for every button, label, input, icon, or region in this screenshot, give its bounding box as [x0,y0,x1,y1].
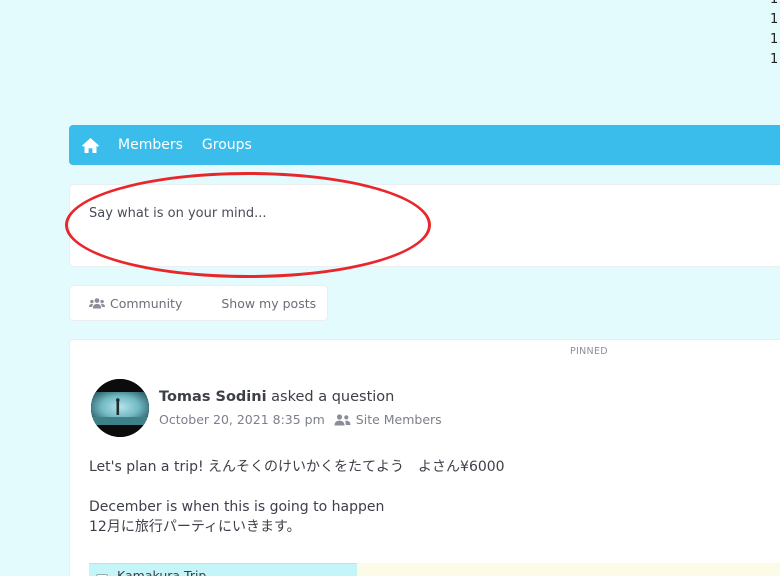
post-meta: October 20, 2021 8:35 pm Site Members [159,412,442,427]
nav-link-groups[interactable]: Groups [202,137,252,153]
post-audience-label: Site Members [355,412,442,427]
users-icon [89,297,105,308]
avatar[interactable] [91,379,149,437]
post-body-line: Let's plan a trip! えんそくのけいかくをたてよう よさん¥60… [89,459,505,475]
corner-digit: 1 [770,0,780,10]
post-body: Let's plan a trip! えんそくのけいかくをたてよう よさん¥60… [89,457,505,537]
post-author-name[interactable]: Tomas Sodini [159,389,267,405]
composer-placeholder[interactable]: Say what is on your mind... [89,206,266,221]
tab-community-label: Community [110,295,183,311]
post-author-line: Tomas Sodini asked a question [159,389,394,405]
post-audience[interactable]: Site Members [334,412,442,427]
post-composer[interactable]: Say what is on your mind... [69,184,780,267]
users-icon [334,413,351,425]
corner-digit: 1 [770,12,779,27]
pinned-post-card: PINNED Tomas Sodini asked a question Oct… [69,339,780,576]
post-body-line: December is when this is going to happen [89,499,385,515]
pinned-label: PINNED [570,346,608,357]
feed-filter-bar: Community Show my posts [69,285,328,321]
corner-digit: 1 [770,32,779,47]
tab-community[interactable]: Community [89,296,182,311]
post-timestamp[interactable]: October 20, 2021 8:35 pm [159,412,325,427]
home-icon[interactable] [80,135,100,155]
poll-option[interactable]: Kamakura Trip [89,563,780,576]
nav-link-members[interactable]: Members [118,137,183,153]
post-action: asked a question [271,389,395,405]
poll-option-remainder [357,563,780,576]
corner-digits: 1 1 1 1 [770,0,780,70]
poll-option-label: Kamakura Trip [117,568,207,576]
tab-show-my-posts[interactable]: Show my posts [221,296,316,311]
corner-digit: 1 [770,52,779,67]
main-navbar: Members Groups [69,125,780,165]
post-body-line: 12月に旅行パーティにいきます。 [89,519,301,535]
